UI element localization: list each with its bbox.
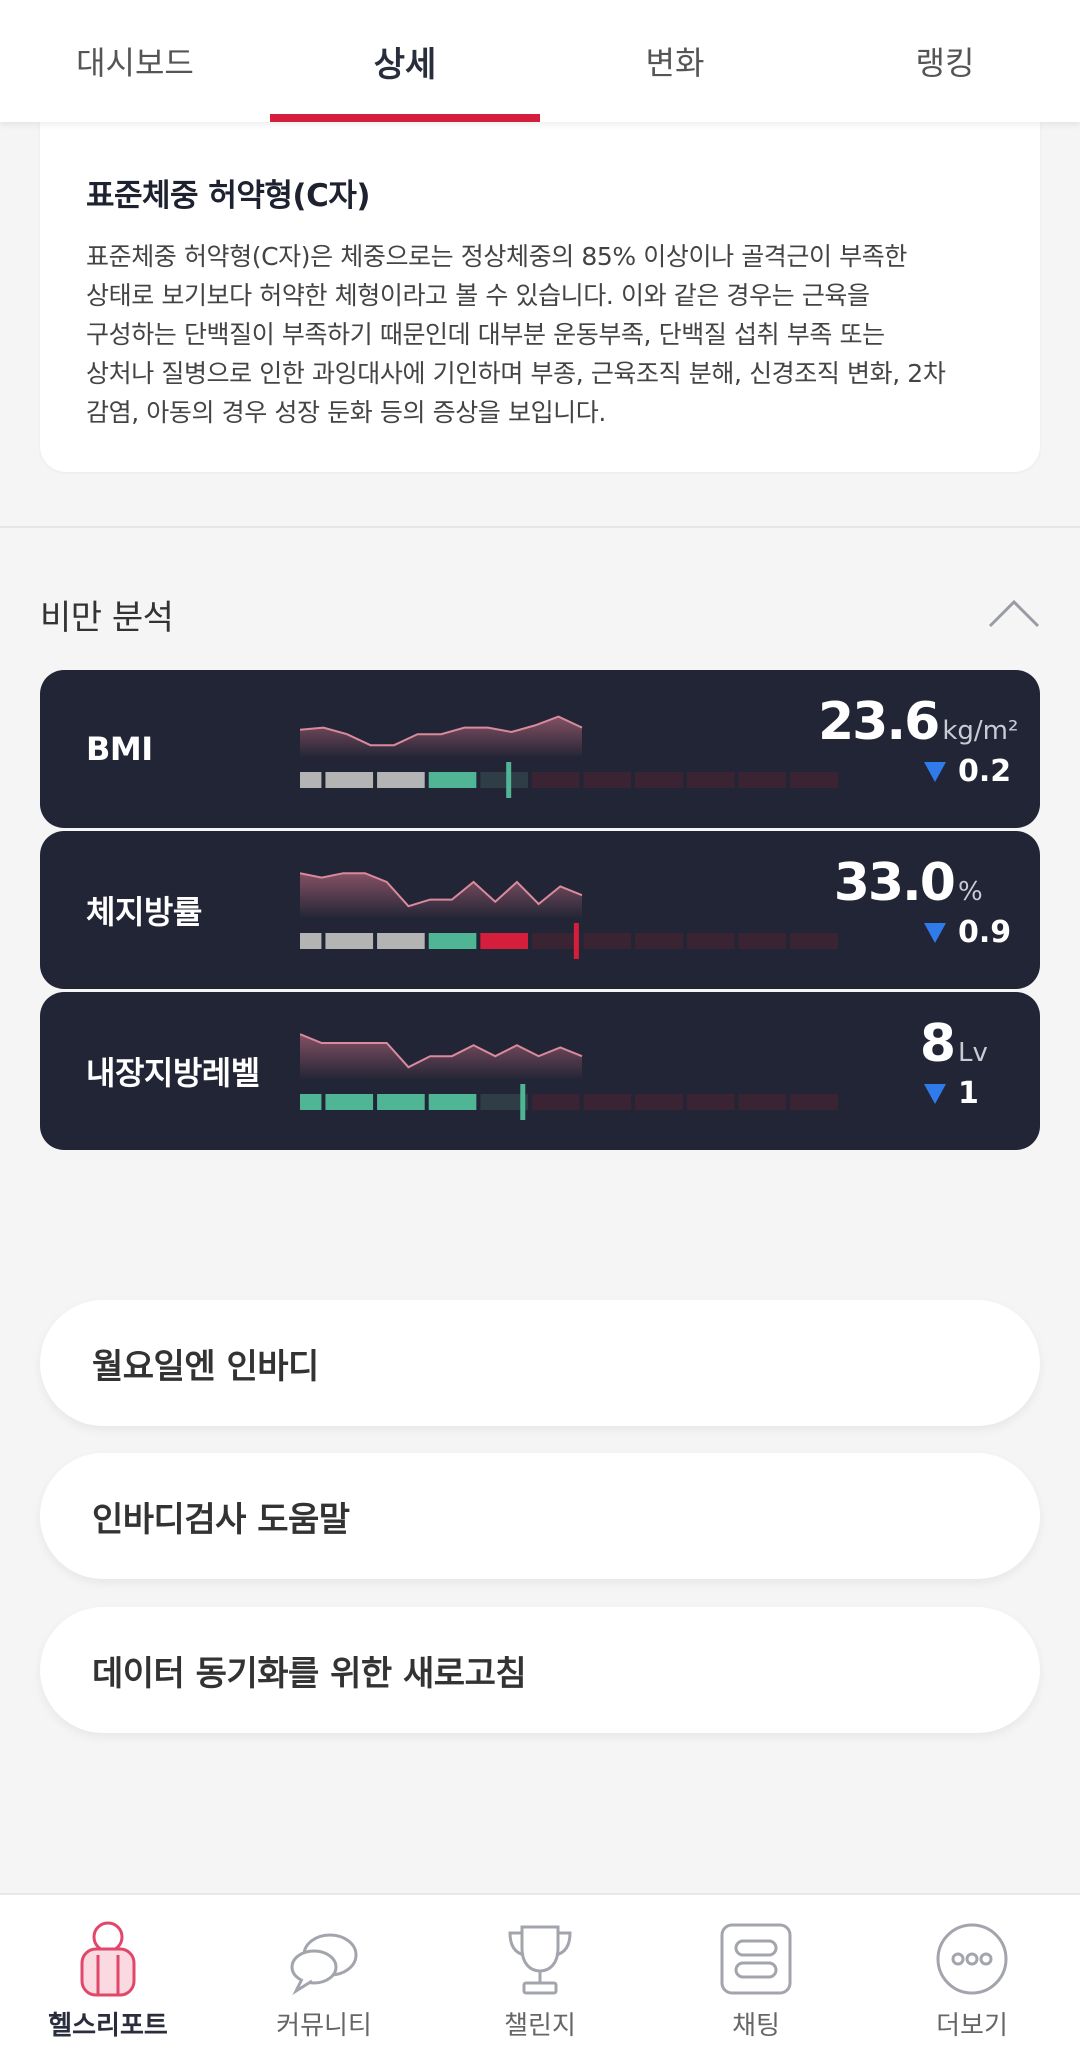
monday-inbody-button[interactable]: 월요일엔 인바디 [40,1300,1040,1426]
inbody-test-help-button[interactable]: 인바디검사 도움말 [40,1453,1040,1579]
gauge-segment [635,1094,683,1110]
down-triangle-icon [924,922,946,943]
gauge-segment [325,772,374,788]
gauge-segment [686,933,735,949]
metric-card-visceral-fat[interactable]: 내장지방레벨 8 Lv 1 [40,992,1040,1150]
metric-value: 23.6 [818,692,940,752]
nav-label: 채팅 [732,2011,780,2041]
metric-label: BMI [86,730,153,768]
metric-value: 8 [919,1014,956,1074]
gauge-segment [480,933,528,949]
tab-change[interactable]: 변화 [540,0,810,122]
description-line: 구성하는 단백질이 부족하기 때문인데 대부분 운동부족, 단백질 섭취 부족 … [86,320,885,349]
body-type-description-card: 표준체중 허약형(C자) 표준체중 허약형(C자)은 체중으로는 정상체중의 8… [40,122,1040,472]
metric-unit: kg/m² [942,716,1019,746]
metric-label: 체지방률 [86,893,202,931]
gauge-segment [325,933,374,949]
gauge-segment [583,933,632,949]
gauge-segment [635,772,683,788]
body-type-description: 표준체중 허약형(C자)은 체중으로는 정상체중의 85% 이상이나 골격근이 … [86,237,994,432]
gauge-segment [738,772,787,788]
gauge-indicator [520,1084,526,1120]
body-type-title: 표준체중 허약형(C자) [86,178,371,214]
body-fat-trend-gauge-chart [300,872,838,959]
trend-area [300,873,582,919]
gauge-segment [531,772,580,788]
gauge-indicator [573,923,579,959]
tab-ranking[interactable]: 랭킹 [810,0,1080,122]
nav-item-community[interactable]: 커뮤니티 [216,1895,432,2061]
metric-delta: 0.9 [958,915,1012,950]
gauge-segment [686,1094,735,1110]
metric-delta: 1 [958,1076,979,1111]
nav-item-challenge[interactable]: 챌린지 [432,1895,648,2061]
description-line: 상태로 보기보다 허약한 체형이라고 볼 수 있습니다. 이와 같은 경우는 근… [86,281,870,310]
obesity-analysis-title: 비만 분석 [40,598,174,638]
tab-dashboard[interactable]: 대시보드 [0,0,270,122]
gauge-segment [428,933,477,949]
metric-value: 33.0 [833,853,956,913]
chat-bubbles-icon [290,1933,358,1996]
data-sync-refresh-button[interactable]: 데이터 동기화를 위한 새로고침 [40,1607,1040,1733]
nav-label: 챌린지 [504,2011,576,2041]
nav-item-more[interactable]: 더보기 [864,1895,1080,2061]
metric-card-body-fat[interactable]: 체지방률 33.0 % 0.9 [40,831,1040,989]
metric-value-block: 33.0 % 0.9 [818,853,1018,950]
nav-item-chat[interactable]: 채팅 [648,1895,864,2061]
gauge-segment [300,933,322,949]
chat-icon [720,1923,792,1995]
gauge-segment [428,772,477,788]
gauge-segment [531,1094,580,1110]
gauge-segment [583,1094,632,1110]
gauge-segment [377,1094,425,1110]
metric-delta: 0.2 [958,754,1012,789]
metric-value-block: 23.6 kg/m² 0.2 [818,692,1018,789]
down-triangle-icon [924,761,946,782]
nav-label: 커뮤니티 [276,2011,372,2041]
gauge-segment [377,933,425,949]
nav-item-health-report[interactable]: 헬스리포트 [0,1895,216,2061]
top-tab-bar: 대시보드 상세 변화 랭킹 [0,0,1080,122]
gauge-segment [531,933,580,949]
section-divider [0,526,1080,528]
trophy-icon [508,1925,572,1995]
tab-detail[interactable]: 상세 [270,0,540,122]
gauge-segment [325,1094,374,1110]
metric-card-bmi[interactable]: BMI 23.6 kg/m² 0.2 [40,670,1040,828]
bottom-navigation: 헬스리포트 커뮤니티 챌린지 채팅 더보기 [0,1893,1080,2061]
metric-value-block: 8 Lv 1 [818,1014,1018,1111]
gauge-segment [686,772,735,788]
gauge-segment [738,1094,787,1110]
gauge-segment [583,772,632,788]
chevron-up-icon[interactable] [986,594,1042,634]
bmi-trend-gauge-chart [300,715,838,798]
metric-unit: Lv [958,1038,988,1068]
down-triangle-icon [924,1083,946,1104]
gauge-segment [377,772,425,788]
gauge-segment [635,933,683,949]
gauge-segment [480,772,528,788]
description-line: 표준체중 허약형(C자)은 체중으로는 정상체중의 85% 이상이나 골격근이 … [86,242,907,271]
gauge-segment [738,933,787,949]
visceral-fat-trend-gauge-chart [300,1033,838,1120]
health-report-icon [80,1921,136,1997]
gauge-segment [428,1094,477,1110]
more-icon [936,1923,1008,1995]
gauge-segment [300,772,322,788]
gauge-indicator [506,762,512,798]
description-line: 감염, 아동의 경우 성장 둔화 등의 증상을 보입니다. [86,398,606,427]
metric-label: 내장지방레벨 [86,1054,260,1092]
metric-unit: % [958,877,983,907]
description-line: 상처나 질병으로 인한 과잉대사에 기인하며 부종, 근육조직 분해, 신경조직… [86,359,946,388]
nav-label: 더보기 [936,2011,1008,2041]
gauge-segment [300,1094,322,1110]
nav-label: 헬스리포트 [48,2011,168,2041]
